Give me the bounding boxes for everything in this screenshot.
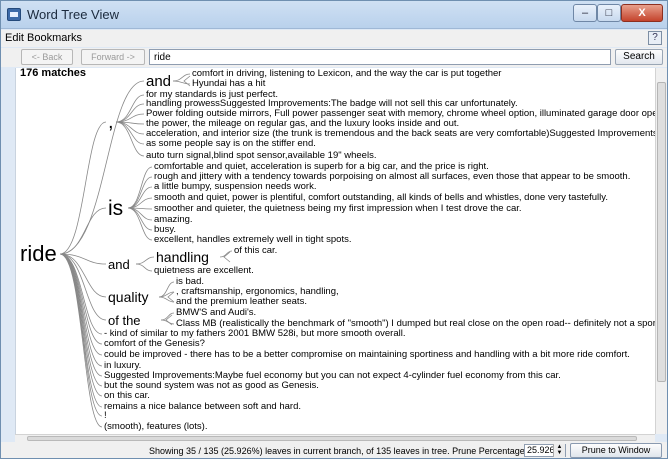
status-text: Showing 35 / 135 (25.926%) leaves in cur… xyxy=(149,446,528,456)
tree-node-4[interactable]: handling xyxy=(156,250,209,264)
branch-bracket xyxy=(183,75,191,87)
title-bar[interactable]: Word Tree View – □ X xyxy=(1,1,667,29)
status-bar: Showing 35 / 135 (25.926%) leaves in cur… xyxy=(1,442,667,458)
tree-branch xyxy=(115,94,145,123)
tree-branch xyxy=(160,319,175,325)
tree-branch xyxy=(135,263,153,272)
tree-leaf[interactable]: could be improved - there has to be a be… xyxy=(104,350,630,360)
vertical-scroll-thumb[interactable] xyxy=(657,82,666,382)
tree-branch xyxy=(135,256,155,265)
prune-spinner[interactable]: ▲ ▼ xyxy=(553,444,565,457)
tree-node-2[interactable]: is xyxy=(108,198,123,219)
tree-node-5[interactable]: quality xyxy=(108,290,148,304)
tree-node-6[interactable]: of the xyxy=(108,314,141,327)
search-button[interactable]: Search xyxy=(615,49,663,65)
word-tree-window: Word Tree View – □ X Edit Bookmarks ? <-… xyxy=(0,0,668,459)
window-title: Word Tree View xyxy=(27,7,120,22)
tree-node-0[interactable]: and xyxy=(146,74,171,89)
tree-leaf[interactable]: smooth and quiet, power is plentiful, co… xyxy=(154,193,608,203)
tree-leaf[interactable]: comfort of the Genesis? xyxy=(104,339,205,349)
tree-leaf[interactable]: BMW'S and Audi's. xyxy=(176,308,256,318)
tree-branch xyxy=(59,253,103,417)
tree-leaf[interactable]: of this car. xyxy=(234,246,277,256)
tree-branch xyxy=(158,296,175,303)
tree-leaf[interactable]: on this car. xyxy=(104,391,150,401)
tree-node-3[interactable]: and xyxy=(108,258,130,271)
tree-leaf[interactable]: and the premium leather seats. xyxy=(176,297,307,307)
menu-bar: Edit Bookmarks ? xyxy=(1,30,667,47)
search-input[interactable] xyxy=(149,49,611,65)
root-word[interactable]: ride xyxy=(20,243,57,265)
tree-leaf[interactable]: remains a nice balance between soft and … xyxy=(104,402,301,412)
tree-leaf[interactable]: (smooth), features (lots). xyxy=(104,422,207,432)
tree-branch xyxy=(59,207,107,255)
close-button[interactable]: X xyxy=(621,4,663,22)
maximize-button[interactable]: □ xyxy=(597,4,621,22)
word-tree-canvas[interactable]: 176 matches ride and, is and handling quality… xyxy=(15,68,655,434)
tree-leaf[interactable]: Hyundai has a hit xyxy=(192,79,265,89)
tree-leaf[interactable]: auto turn signal,blind spot sensor,avail… xyxy=(146,151,376,161)
minimize-button[interactable]: – xyxy=(573,4,597,22)
app-icon xyxy=(7,8,21,21)
prune-to-window-button[interactable]: Prune to Window xyxy=(570,443,662,458)
menu-bookmarks[interactable]: Bookmarks xyxy=(27,32,82,44)
toolbar: <- Back Forward -> Search xyxy=(1,48,667,67)
tree-branch xyxy=(219,250,233,258)
tree-leaf[interactable]: as some people say is on the stiffer end… xyxy=(146,139,316,149)
horizontal-scrollbar[interactable] xyxy=(15,434,655,442)
tree-leaf[interactable]: quietness are excellent. xyxy=(154,266,254,276)
back-button[interactable]: <- Back xyxy=(21,49,73,65)
tree-leaf[interactable]: ! xyxy=(104,411,107,421)
tree-leaf[interactable]: smoother and quieter, the quietness bein… xyxy=(154,204,522,214)
tree-branch xyxy=(172,73,191,82)
tree-branch xyxy=(115,103,145,123)
help-icon[interactable]: ? xyxy=(648,31,662,45)
tree-branch xyxy=(59,253,107,321)
horizontal-scroll-thumb[interactable] xyxy=(27,436,637,441)
tree-node-1[interactable]: , xyxy=(108,112,114,132)
tree-leaf[interactable]: a little bumpy, suspension needs work. xyxy=(154,182,316,192)
menu-edit[interactable]: Edit xyxy=(5,32,24,44)
match-count: 176 matches xyxy=(20,68,87,79)
tree-leaf[interactable]: excellent, handles extremely well in tig… xyxy=(154,235,352,245)
vertical-scrollbar[interactable] xyxy=(655,68,667,434)
forward-button[interactable]: Forward -> xyxy=(81,49,145,65)
tree-branch xyxy=(59,80,145,255)
